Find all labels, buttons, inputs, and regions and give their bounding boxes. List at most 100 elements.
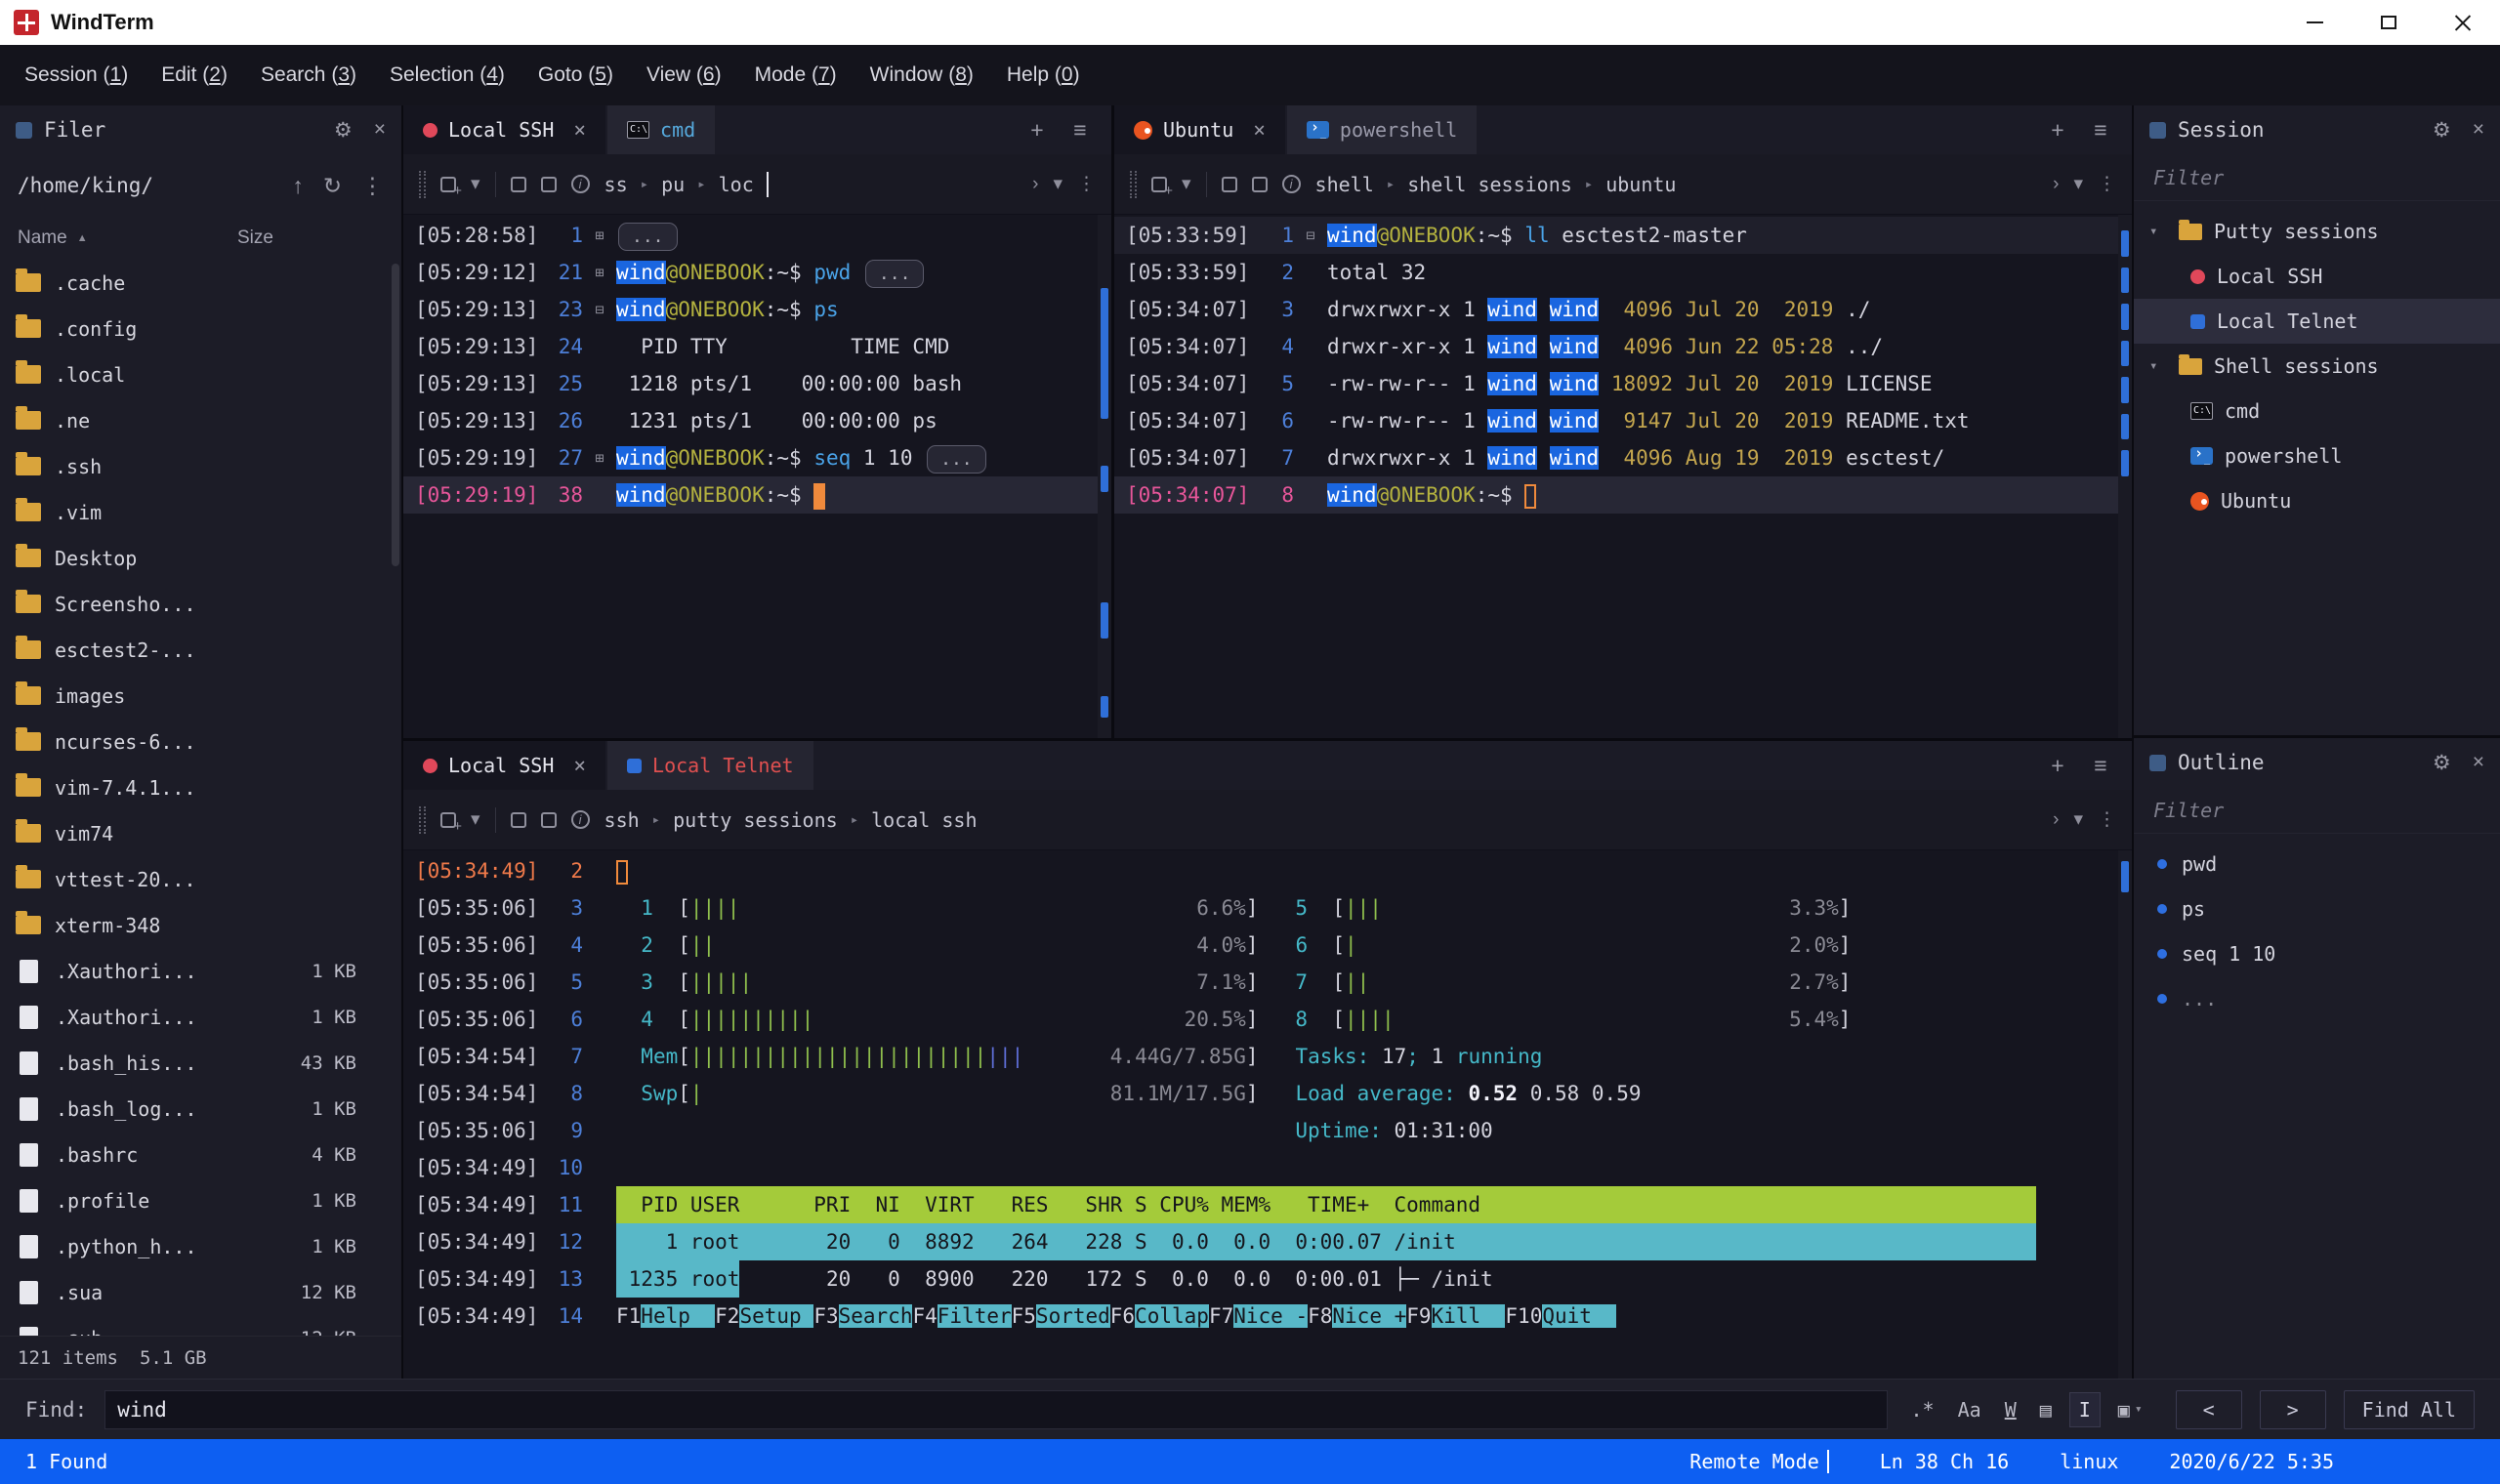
new-tab-button[interactable]: +: [1018, 117, 1057, 144]
file-row-vim-7-4-1[interactable]: vim-7.4.1...: [0, 764, 401, 810]
menu-window[interactable]: Window (8): [854, 45, 990, 105]
file-row-ssh[interactable]: .ssh: [0, 443, 401, 489]
session-dropdown-icon[interactable]: ▾: [471, 173, 480, 195]
file-row-python-h[interactable]: .python_h... 1 KB: [0, 1223, 401, 1269]
new-session-icon[interactable]: [1151, 176, 1173, 199]
regex-toggle[interactable]: .*: [1911, 1398, 1935, 1422]
whole-word-toggle[interactable]: W: [2005, 1398, 2017, 1422]
close-panel-icon[interactable]: ×: [2473, 118, 2484, 142]
find-input[interactable]: [104, 1389, 1888, 1429]
gear-icon[interactable]: ⚙: [2433, 118, 2451, 143]
fold-icon[interactable]: ⊞: [583, 217, 616, 254]
terminal-area[interactable]: [05:33:59] 1 ⊟ wind@ONEBOOK:~$ ll esctest2-…: [1114, 215, 2132, 738]
file-row-sub[interactable]: .sub 12 KB: [0, 1315, 401, 1336]
menu-mode[interactable]: Mode (7): [738, 45, 854, 105]
tab-close-icon[interactable]: ×: [1253, 118, 1266, 142]
session-item-cmd[interactable]: cmd: [2134, 389, 2500, 433]
session-filter-input[interactable]: Filter: [2134, 154, 2500, 201]
breadcrumb-item[interactable]: pu: [661, 173, 685, 196]
outline-item-[interactable]: ...: [2134, 976, 2500, 1021]
duplicate-session-icon[interactable]: [510, 811, 526, 828]
tab-local-ssh[interactable]: Local SSH ×: [403, 741, 606, 790]
cursor-mode-icon[interactable]: I: [2068, 1391, 2101, 1427]
session-group-putty-sessions[interactable]: ▾ Putty sessions: [2134, 209, 2500, 254]
pane-menu-icon[interactable]: ⋮: [2098, 173, 2116, 195]
info-icon[interactable]: i: [570, 810, 590, 829]
outline-item-seq-1-10[interactable]: seq 1 10: [2134, 931, 2500, 976]
mode-indicator[interactable]: Remote Mode: [1689, 1450, 1829, 1473]
file-row-vim74[interactable]: vim74: [0, 810, 401, 856]
eol-mode[interactable]: linux: [2060, 1450, 2118, 1473]
menu-help[interactable]: Help (0): [990, 45, 1097, 105]
address-dropdown-icon[interactable]: ▾: [1053, 173, 1062, 195]
menu-view[interactable]: View (6): [630, 45, 738, 105]
file-row-vttest-20[interactable]: vttest-20...: [0, 856, 401, 902]
breadcrumb-item[interactable]: local ssh: [871, 808, 977, 832]
session-item-powershell[interactable]: powershell: [2134, 433, 2500, 478]
address-dropdown-icon[interactable]: ▾: [2073, 808, 2083, 831]
outline-filter-input[interactable]: Filter: [2134, 787, 2500, 834]
file-row-config[interactable]: .config: [0, 306, 401, 351]
menu-search[interactable]: Search (3): [244, 45, 373, 105]
breadcrumb-item[interactable]: shell sessions: [1407, 173, 1572, 196]
drag-handle-icon[interactable]: [419, 805, 426, 834]
file-row-images[interactable]: images: [0, 673, 401, 719]
tab-local-telnet[interactable]: Local Telnet: [607, 741, 813, 790]
file-row-profile[interactable]: .profile 1 KB: [0, 1177, 401, 1223]
file-row-bashrc[interactable]: .bashrc 4 KB: [0, 1132, 401, 1177]
tab-powershell[interactable]: powershell: [1286, 105, 1478, 154]
session-item-local-telnet[interactable]: Local Telnet: [2134, 299, 2500, 344]
collapsed-output-pill[interactable]: ...: [927, 444, 986, 474]
column-name[interactable]: Name: [18, 227, 67, 249]
close-panel-icon[interactable]: ×: [374, 118, 386, 142]
tab-ubuntu[interactable]: Ubuntu ×: [1114, 105, 1285, 154]
file-row-vim[interactable]: .vim: [0, 489, 401, 535]
fold-icon[interactable]: ⊞: [583, 254, 616, 291]
breadcrumb-expand-icon[interactable]: ›: [1032, 174, 1038, 195]
session-dropdown-icon[interactable]: ▾: [471, 808, 480, 831]
breadcrumb[interactable]: shell ▸ shell sessions ▸ ubuntu: [1315, 173, 2039, 196]
terminal-area[interactable]: [05:34:49] 2 [05:35:06] 3 1 [|||| 6.6%] 5 […: [403, 850, 2132, 1379]
fold-icon[interactable]: ⊟: [583, 291, 616, 328]
duplicate-session-icon[interactable]: [1221, 176, 1237, 192]
new-session-icon[interactable]: [440, 176, 462, 199]
breadcrumb-expand-icon[interactable]: ›: [2053, 174, 2059, 195]
outline-item-ps[interactable]: ps: [2134, 886, 2500, 931]
scrollbar[interactable]: [1098, 215, 1111, 738]
clone-session-icon[interactable]: [540, 176, 557, 192]
info-icon[interactable]: i: [1281, 175, 1301, 193]
maximize-button[interactable]: [2352, 0, 2426, 45]
menu-goto[interactable]: Goto (5): [521, 45, 630, 105]
find-all-button[interactable]: Find All: [2343, 1389, 2475, 1429]
file-row-bash-his[interactable]: .bash_his... 43 KB: [0, 1040, 401, 1086]
tab-list-button[interactable]: ≡: [2081, 117, 2120, 144]
drag-handle-icon[interactable]: [1130, 170, 1137, 198]
breadcrumb[interactable]: ssh ▸ putty sessions ▸ local ssh: [604, 808, 2039, 832]
breadcrumb-item[interactable]: ssh: [604, 808, 640, 832]
gear-icon[interactable]: ⚙: [2433, 751, 2451, 775]
address-dropdown-icon[interactable]: ▾: [2073, 173, 2083, 195]
session-dropdown-icon[interactable]: ▾: [1182, 173, 1191, 195]
tab-local-ssh[interactable]: Local SSH ×: [403, 105, 606, 154]
collapsed-output-pill[interactable]: ...: [618, 222, 678, 251]
breadcrumb-expand-icon[interactable]: ›: [2053, 809, 2059, 831]
new-tab-button[interactable]: +: [2038, 753, 2077, 779]
gear-icon[interactable]: ⚙: [334, 118, 353, 143]
fold-icon[interactable]: ⊞: [583, 439, 616, 476]
file-row-screensho[interactable]: Screensho...: [0, 581, 401, 627]
clone-session-icon[interactable]: [1251, 176, 1268, 192]
file-row-xauthori[interactable]: .Xauthori... 1 KB: [0, 994, 401, 1040]
breadcrumb-item[interactable]: putty sessions: [673, 808, 838, 832]
file-row-xauthori[interactable]: .Xauthori... 1 KB: [0, 948, 401, 994]
scrollbar[interactable]: [2118, 215, 2132, 738]
clone-session-icon[interactable]: [540, 811, 557, 828]
caret-down-icon[interactable]: ▾: [2149, 358, 2167, 374]
find-next-button[interactable]: >: [2259, 1389, 2326, 1429]
menu-session[interactable]: Session (1): [8, 45, 145, 105]
session-item-ubuntu[interactable]: Ubuntu: [2134, 478, 2500, 523]
minimize-button[interactable]: [2277, 0, 2352, 45]
up-directory-icon[interactable]: ↑: [292, 173, 304, 199]
file-row-ne[interactable]: .ne: [0, 397, 401, 443]
session-group-shell-sessions[interactable]: ▾ Shell sessions: [2134, 344, 2500, 389]
tab-close-icon[interactable]: ×: [573, 754, 586, 777]
